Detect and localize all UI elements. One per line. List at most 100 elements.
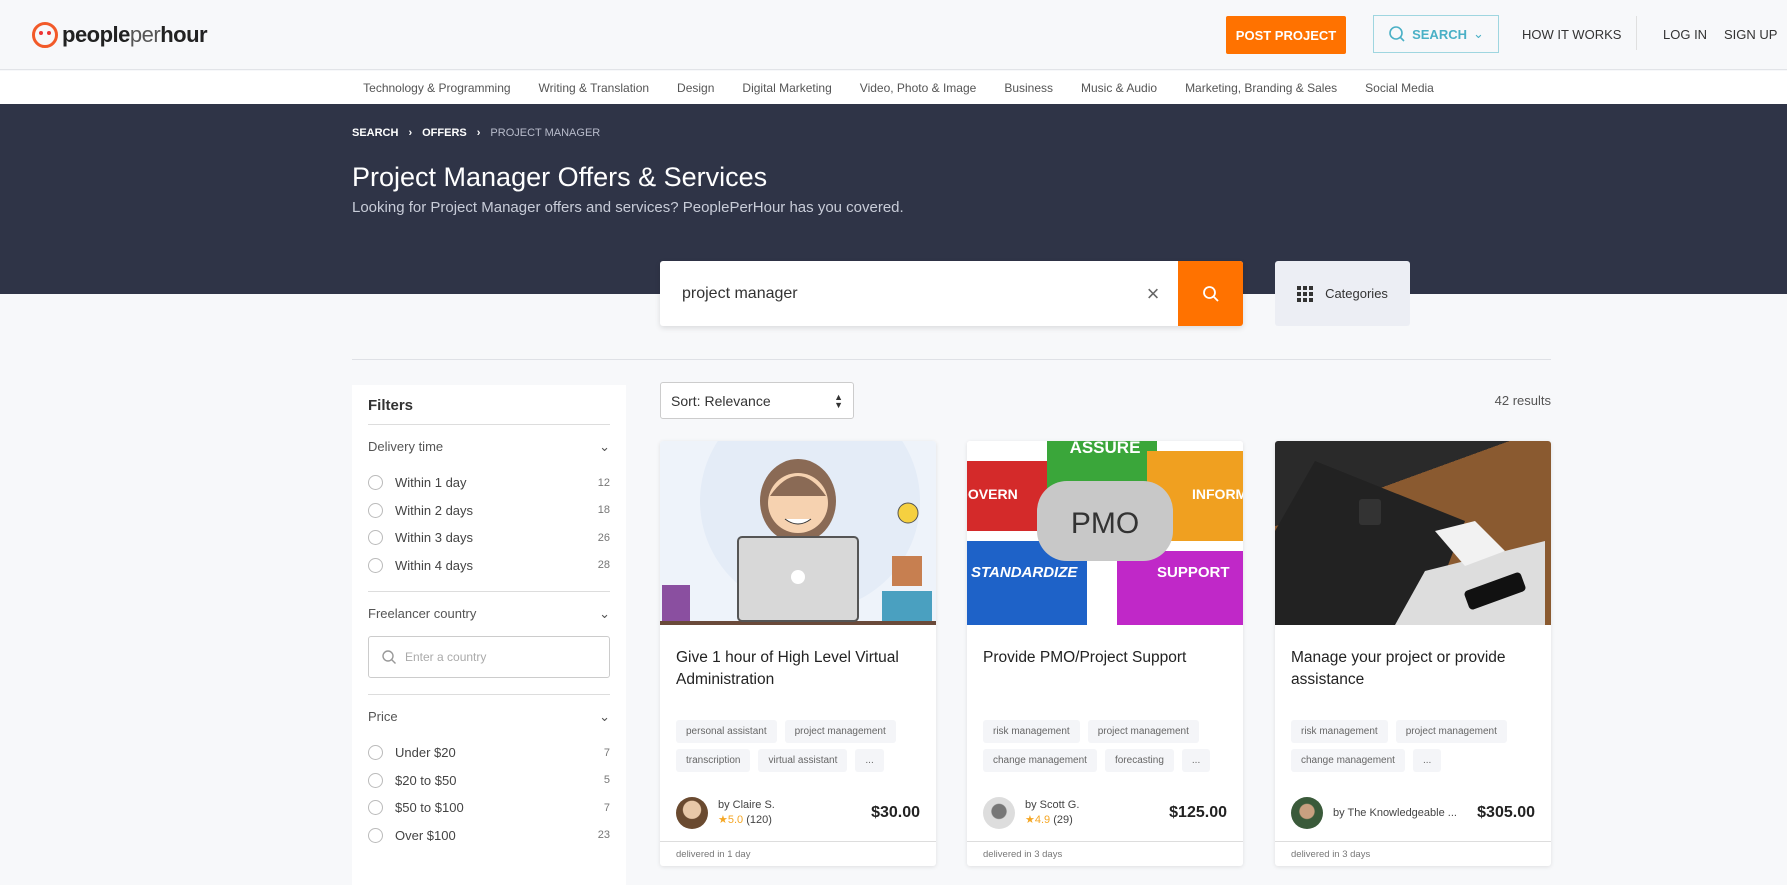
radio[interactable] [368, 772, 383, 788]
nav-item[interactable]: Music & Audio [1081, 81, 1157, 95]
offer-card[interactable]: Give 1 hour of High Level Virtual Admini… [660, 441, 936, 866]
radio[interactable] [368, 475, 383, 491]
search-dropdown-button[interactable]: SEARCH ⌄ [1373, 15, 1499, 53]
nav-item[interactable]: Social Media [1365, 81, 1434, 95]
offer-image [660, 441, 936, 625]
country-input[interactable]: Enter a country [368, 636, 610, 678]
offer-title[interactable]: Give 1 hour of High Level Virtual Admini… [660, 625, 936, 720]
nav-item[interactable]: Business [1004, 81, 1053, 95]
filter-option[interactable]: Within 2 days 18 [368, 497, 610, 525]
radio[interactable] [368, 502, 383, 518]
offer-card[interactable]: ASSUREGOVERNPMOINFORMSTANDARDIZESUPPORT … [967, 441, 1243, 866]
search-icon [382, 650, 396, 664]
tag[interactable]: ... [1412, 749, 1442, 772]
offer-footer: by The Knowledgeable ... $305.00 [1275, 784, 1551, 842]
results-count: 42 results [1494, 393, 1551, 408]
clear-icon[interactable]: × [1128, 281, 1178, 307]
filter-option[interactable]: $50 to $100 7 [368, 794, 610, 822]
radio[interactable] [368, 745, 383, 761]
tag[interactable]: ... [855, 749, 884, 772]
price: $305.00 [1477, 803, 1535, 821]
delivery-filter-header[interactable]: Delivery time ⌄ [368, 439, 610, 455]
divider [352, 359, 1551, 360]
tag[interactable]: project management [1395, 720, 1507, 743]
sign-up-link[interactable]: SIGN UP [1724, 27, 1777, 42]
rating: ★4.9 [1025, 813, 1051, 826]
sort-select[interactable]: Sort: Relevance ▲ ▼ [660, 382, 854, 419]
search-bar: × [660, 261, 1243, 326]
search-icon [1389, 26, 1405, 42]
radio[interactable] [368, 557, 383, 573]
tag[interactable]: change management [983, 749, 1097, 772]
seller-name[interactable]: by Scott G. [1025, 798, 1169, 813]
tag[interactable]: transcription [676, 749, 751, 772]
tag-list: risk management project management change … [1275, 720, 1551, 784]
categories-button[interactable]: Categories [1275, 261, 1410, 326]
tag-list: risk management project management change … [967, 720, 1243, 784]
price-filter-header[interactable]: Price ⌄ [368, 709, 610, 725]
offer-image [1275, 441, 1551, 625]
nav-item[interactable]: Writing & Translation [539, 81, 650, 95]
post-project-button[interactable]: POST PROJECT [1226, 16, 1346, 54]
chevron-down-icon: ⌄ [599, 439, 610, 454]
offer-title[interactable]: Manage your project or provide assistanc… [1275, 625, 1551, 720]
divider [1636, 16, 1637, 50]
chevron-right-icon: › [408, 127, 413, 139]
breadcrumb-offers[interactable]: OFFERS [422, 127, 467, 139]
tag[interactable]: change management [1291, 749, 1405, 772]
nav-item[interactable]: Digital Marketing [742, 81, 831, 95]
offer-card[interactable]: Manage your project or provide assistanc… [1275, 441, 1551, 866]
nav-item[interactable]: Marketing, Branding & Sales [1185, 81, 1337, 95]
avatar [1291, 796, 1323, 829]
search-submit-button[interactable] [1178, 261, 1243, 326]
tag-list: personal assistant project management tran… [660, 720, 936, 784]
image-text: SUPPORT [1157, 564, 1230, 581]
offer-footer: by Scott G. ★4.9 (29) $125.00 [967, 784, 1243, 842]
price: $30.00 [871, 803, 920, 821]
page-title: Project Manager Offers & Services [352, 162, 768, 192]
chevron-down-icon: ⌄ [599, 606, 610, 621]
breadcrumb-search[interactable]: SEARCH [352, 127, 398, 139]
seller-name[interactable]: by The Knowledgeable ... [1333, 797, 1477, 829]
filter-option[interactable]: Under $20 7 [368, 739, 610, 767]
filter-option[interactable]: Within 1 day 12 [368, 469, 610, 497]
radio[interactable] [368, 530, 383, 546]
page-subtitle: Looking for Project Manager offers and s… [352, 199, 904, 216]
avatar [983, 796, 1015, 829]
log-in-link[interactable]: LOG IN [1663, 27, 1707, 42]
offer-footer: by Claire S. ★5.0 (120) $30.00 [660, 784, 936, 842]
nav-item[interactable]: Design [677, 81, 714, 95]
filter-option[interactable]: Within 3 days 26 [368, 524, 610, 552]
tag[interactable]: virtual assistant [758, 749, 848, 772]
tag[interactable]: personal assistant [676, 720, 777, 743]
radio[interactable] [368, 800, 383, 816]
breadcrumb: SEARCH › OFFERS › PROJECT MANAGER [352, 127, 600, 139]
breadcrumb-current: PROJECT MANAGER [490, 127, 601, 139]
country-filter-header[interactable]: Freelancer country ⌄ [368, 606, 610, 622]
filters-panel: Filters Delivery time ⌄ Within 1 day 12 Wi… [352, 385, 626, 885]
tag[interactable]: ... [1181, 749, 1211, 772]
rating: ★5.0 [718, 813, 744, 826]
sort-arrows-icon: ▲ ▼ [834, 392, 843, 410]
seller-name[interactable]: by Claire S. [718, 798, 871, 813]
filter-option[interactable]: $20 to $50 5 [368, 767, 610, 795]
logo[interactable]: peopleperhour [32, 22, 208, 48]
nav-item[interactable]: Video, Photo & Image [860, 81, 977, 95]
tag[interactable]: risk management [1291, 720, 1388, 743]
tag[interactable]: risk management [983, 720, 1080, 743]
tag[interactable]: forecasting [1104, 749, 1174, 772]
how-it-works-link[interactable]: HOW IT WORKS [1522, 27, 1621, 42]
search-input[interactable] [660, 284, 1128, 303]
grid-icon [1297, 285, 1314, 302]
offer-title[interactable]: Provide PMO/Project Support [967, 625, 1243, 720]
delivery-filter: Delivery time ⌄ Within 1 day 12 Within 2 d… [368, 425, 610, 592]
logo-face-icon [32, 22, 58, 48]
tag[interactable]: project management [1087, 720, 1199, 743]
chevron-down-icon: ⌄ [1473, 26, 1484, 41]
nav-item[interactable]: Technology & Programming [363, 81, 510, 95]
tag[interactable]: project management [784, 720, 896, 743]
radio[interactable] [368, 827, 383, 843]
filter-option[interactable]: Within 4 days 28 [368, 552, 610, 580]
filter-option[interactable]: Over $100 23 [368, 822, 610, 850]
image-text: INFORM [1192, 486, 1243, 502]
